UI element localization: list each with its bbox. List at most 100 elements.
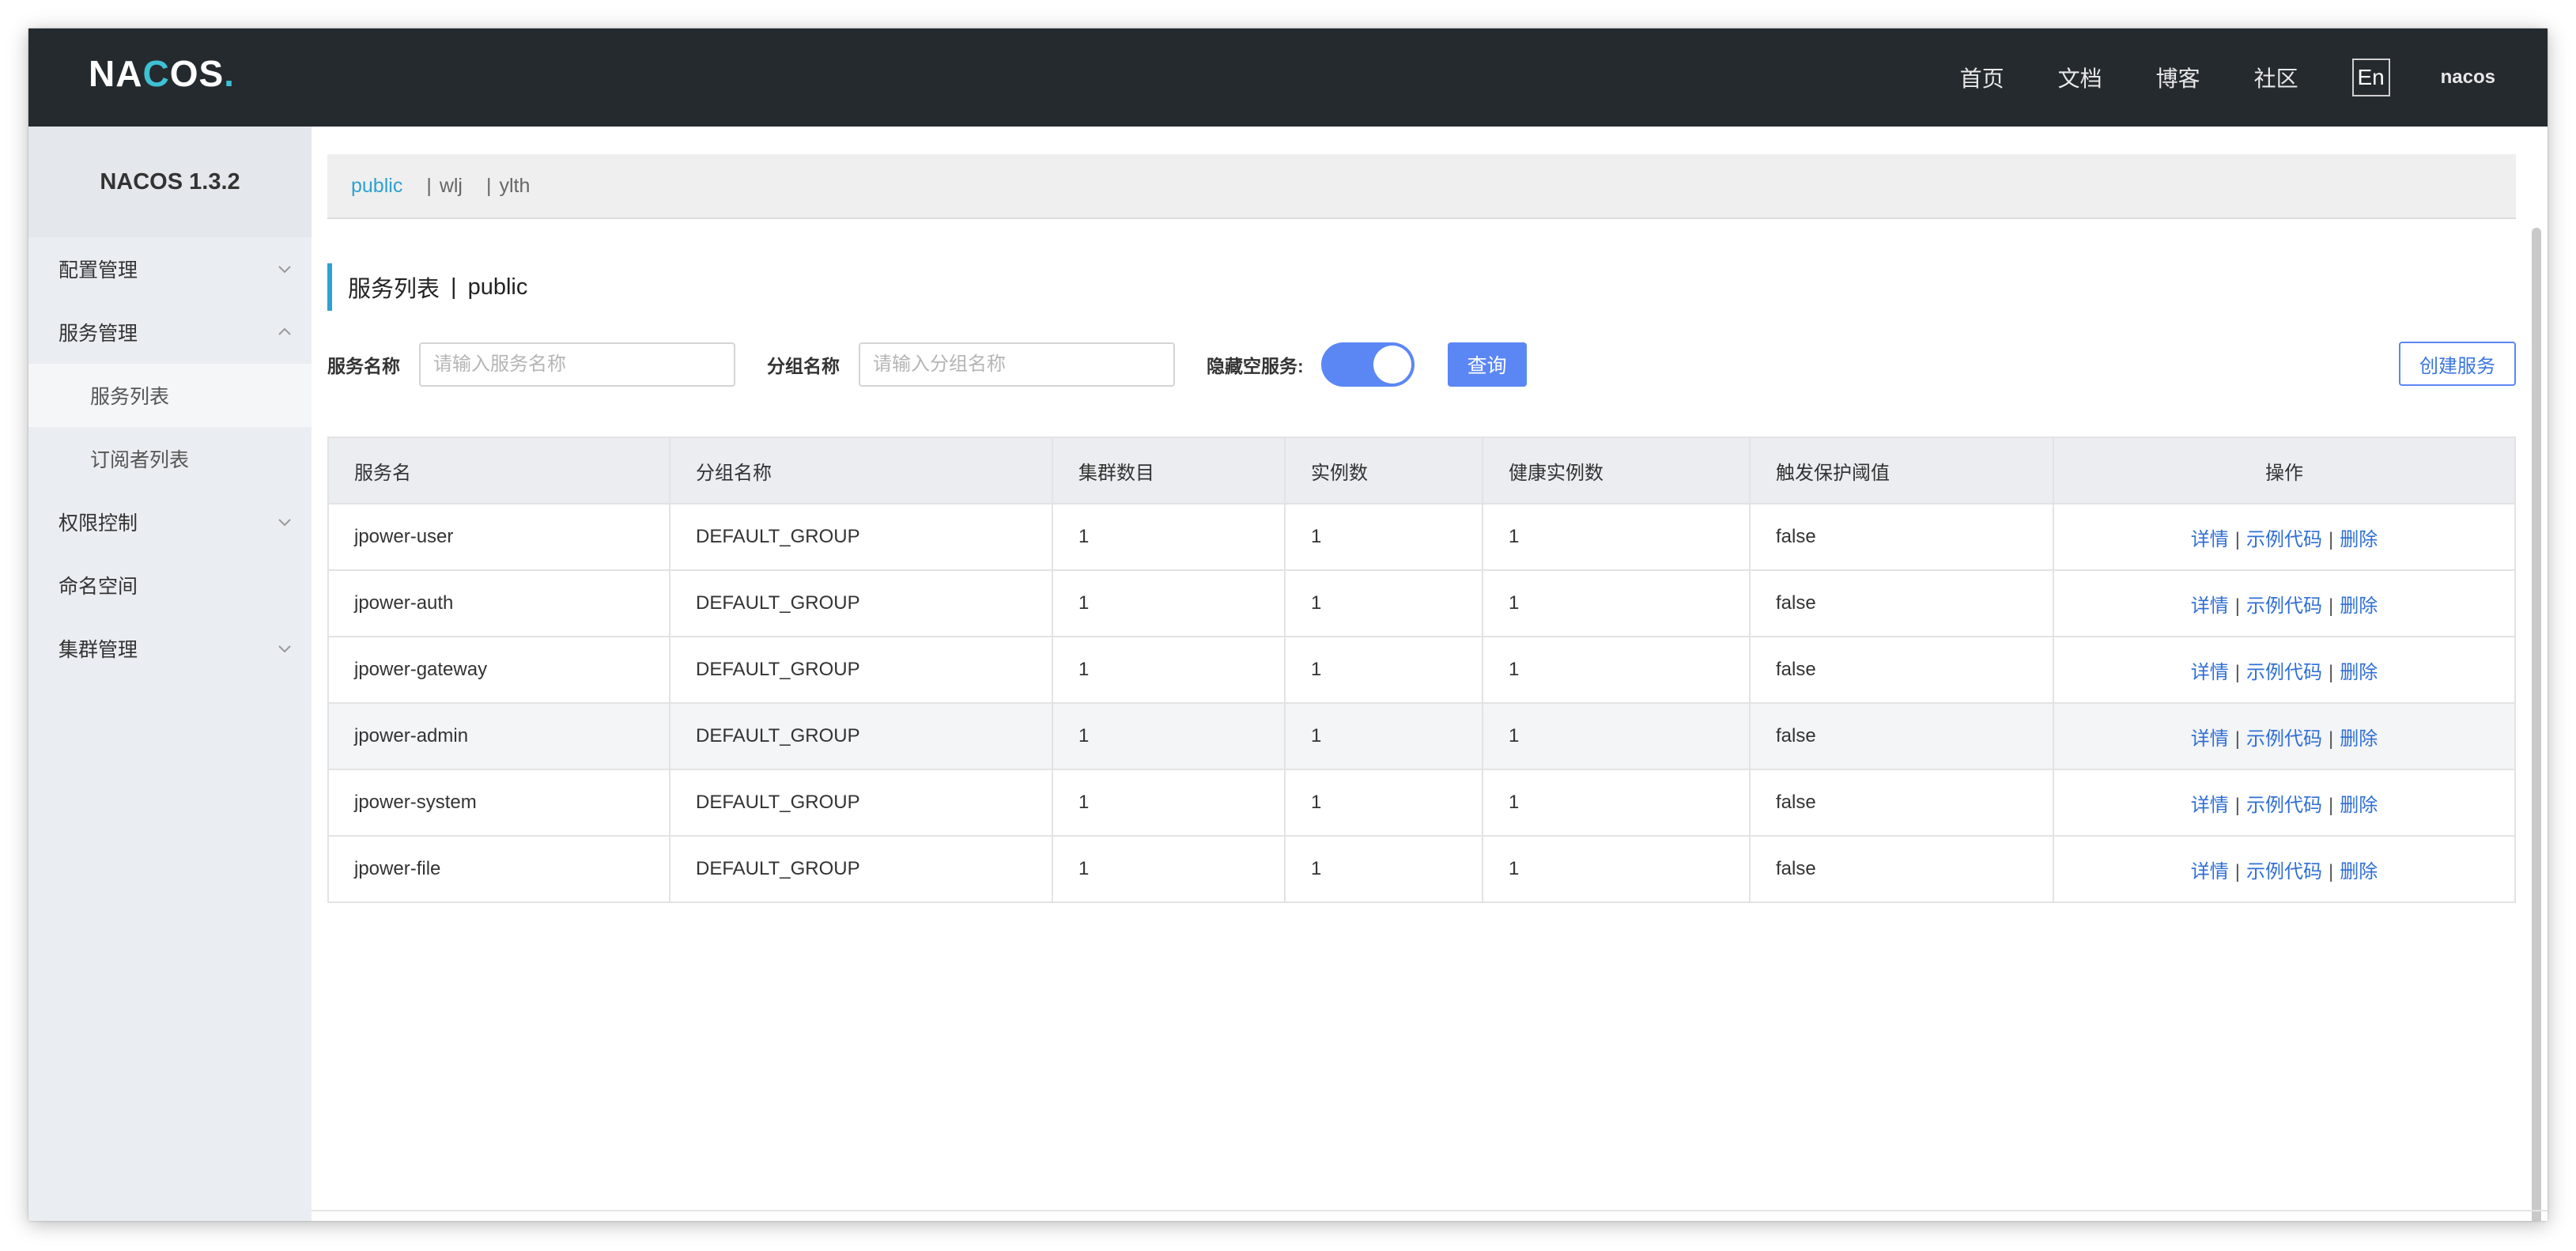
browser-window: NACOS. 首页 文档 博客 社区 En nacos NACOS 1.3.2 … bbox=[28, 28, 2548, 1221]
cell-instance-count: 1 bbox=[1284, 702, 1483, 770]
cell-service-name: jpower-system bbox=[327, 769, 670, 837]
sidebar: NACOS 1.3.2 配置管理 服务管理 服务列表 订阅者列表 权限控制 命名… bbox=[28, 127, 312, 1221]
nav-home-link[interactable]: 首页 bbox=[1960, 62, 2004, 93]
cell-actions: 详情 | 示例代码 | 删除 bbox=[2053, 503, 2516, 571]
cell-actions: 详情 | 示例代码 | 删除 bbox=[2053, 835, 2516, 903]
cell-instance-count: 1 bbox=[1284, 503, 1483, 571]
main-content: public | wlj | ylth 服务列表 | public 服务名称 分… bbox=[312, 127, 2548, 1221]
page-title: 服务列表 | public bbox=[327, 263, 527, 311]
table-row: jpower-file DEFAULT_GROUP 1 1 1 false 详情… bbox=[327, 835, 2516, 903]
column-header-service-name[interactable]: 服务名 bbox=[327, 437, 670, 505]
nav-docs-link[interactable]: 文档 bbox=[2058, 62, 2102, 93]
cell-group-name: DEFAULT_GROUP bbox=[669, 769, 1053, 837]
namespace-bar: public | wlj | ylth bbox=[327, 154, 2516, 219]
group-name-input[interactable] bbox=[859, 342, 1175, 387]
sidebar-item-cluster-management[interactable]: 集群管理 bbox=[28, 617, 312, 680]
cell-cluster-count: 1 bbox=[1052, 503, 1286, 571]
service-name-input[interactable] bbox=[419, 342, 735, 387]
column-header-healthy-instance-count[interactable]: 健康实例数 bbox=[1482, 437, 1751, 505]
delete-link[interactable]: 删除 bbox=[2340, 795, 2378, 816]
column-header-group-name[interactable]: 分组名称 bbox=[669, 437, 1053, 505]
namespace-tab-wlj[interactable]: wlj bbox=[440, 175, 463, 198]
create-service-button[interactable]: 创建服务 bbox=[2399, 342, 2516, 386]
cell-protect-threshold: false bbox=[1749, 569, 2054, 637]
cell-cluster-count: 1 bbox=[1052, 835, 1286, 903]
service-name-label: 服务名称 bbox=[327, 356, 400, 376]
cell-healthy-count: 1 bbox=[1482, 569, 1751, 637]
chevron-down-icon bbox=[278, 645, 291, 653]
cell-actions: 详情 | 示例代码 | 删除 bbox=[2053, 769, 2516, 837]
cell-protect-threshold: false bbox=[1749, 636, 2054, 704]
cell-cluster-count: 1 bbox=[1052, 569, 1286, 637]
cell-protect-threshold: false bbox=[1749, 835, 2054, 903]
top-header: NACOS. 首页 文档 博客 社区 En nacos bbox=[28, 28, 2548, 127]
cell-service-name: jpower-file bbox=[327, 835, 670, 903]
delete-link[interactable]: 删除 bbox=[2340, 861, 2378, 883]
detail-link[interactable]: 详情 bbox=[2191, 529, 2229, 550]
cell-instance-count: 1 bbox=[1284, 769, 1483, 837]
sidebar-item-access-control[interactable]: 权限控制 bbox=[28, 490, 312, 554]
nav-blog-link[interactable]: 博客 bbox=[2156, 62, 2200, 93]
chevron-down-icon bbox=[278, 266, 291, 274]
delete-link[interactable]: 删除 bbox=[2340, 728, 2378, 750]
column-header-protect-threshold[interactable]: 触发保护阈值 bbox=[1749, 437, 2054, 505]
cell-protect-threshold: false bbox=[1749, 769, 2054, 837]
vertical-scrollbar[interactable] bbox=[2532, 228, 2541, 1221]
cell-healthy-count: 1 bbox=[1482, 636, 1751, 704]
sidebar-item-label: 服务列表 bbox=[90, 386, 170, 408]
cell-service-name: jpower-user bbox=[327, 503, 670, 571]
sample-code-link[interactable]: 示例代码 bbox=[2246, 595, 2322, 617]
page-title-text: 服务列表 bbox=[348, 277, 440, 302]
cell-healthy-count: 1 bbox=[1482, 835, 1751, 903]
detail-link[interactable]: 详情 bbox=[2191, 861, 2229, 883]
cell-group-name: DEFAULT_GROUP bbox=[669, 702, 1053, 770]
hide-empty-label: 隐藏空服务: bbox=[1207, 356, 1304, 376]
delete-link[interactable]: 删除 bbox=[2340, 662, 2378, 683]
table-header-row: 服务名 分组名称 集群数目 实例数 健康实例数 触发保护阈值 操作 bbox=[327, 437, 2516, 505]
sidebar-item-subscriber-list[interactable]: 订阅者列表 bbox=[28, 427, 312, 490]
sidebar-item-config-management[interactable]: 配置管理 bbox=[28, 237, 312, 300]
cell-instance-count: 1 bbox=[1284, 835, 1483, 903]
sample-code-link[interactable]: 示例代码 bbox=[2246, 795, 2322, 816]
column-header-cluster-count[interactable]: 集群数目 bbox=[1052, 437, 1286, 505]
sample-code-link[interactable]: 示例代码 bbox=[2246, 728, 2322, 750]
sample-code-link[interactable]: 示例代码 bbox=[2246, 861, 2322, 883]
sample-code-link[interactable]: 示例代码 bbox=[2246, 529, 2322, 550]
detail-link[interactable]: 详情 bbox=[2191, 595, 2229, 617]
cell-group-name: DEFAULT_GROUP bbox=[669, 569, 1053, 637]
sample-code-link[interactable]: 示例代码 bbox=[2246, 662, 2322, 683]
chevron-down-icon bbox=[278, 519, 291, 527]
nav-community-link[interactable]: 社区 bbox=[2254, 62, 2298, 93]
group-name-label: 分组名称 bbox=[767, 356, 840, 376]
cell-service-name: jpower-gateway bbox=[327, 636, 670, 704]
nacos-logo[interactable]: NACOS. bbox=[89, 52, 235, 95]
sidebar-item-label: 权限控制 bbox=[59, 512, 138, 535]
language-switch-button[interactable]: En bbox=[2351, 59, 2390, 96]
namespace-tab-ylth[interactable]: ylth bbox=[500, 175, 531, 198]
top-nav: 首页 文档 博客 社区 En nacos bbox=[1906, 28, 2495, 127]
cell-actions: 详情 | 示例代码 | 删除 bbox=[2053, 569, 2516, 637]
namespace-tab-public[interactable]: public bbox=[351, 175, 402, 198]
delete-link[interactable]: 删除 bbox=[2340, 529, 2378, 550]
delete-link[interactable]: 删除 bbox=[2340, 595, 2378, 617]
cell-instance-count: 1 bbox=[1284, 636, 1483, 704]
sidebar-item-namespace[interactable]: 命名空间 bbox=[28, 554, 312, 617]
hide-empty-toggle[interactable] bbox=[1320, 342, 1415, 387]
column-header-instance-count[interactable]: 实例数 bbox=[1284, 437, 1483, 505]
cell-actions: 详情 | 示例代码 | 删除 bbox=[2053, 702, 2516, 770]
table-row: jpower-admin DEFAULT_GROUP 1 1 1 false 详… bbox=[327, 702, 2516, 770]
detail-link[interactable]: 详情 bbox=[2191, 662, 2229, 683]
table-row: jpower-auth DEFAULT_GROUP 1 1 1 false 详情… bbox=[327, 569, 2516, 637]
detail-link[interactable]: 详情 bbox=[2191, 795, 2229, 816]
sidebar-item-service-management[interactable]: 服务管理 bbox=[28, 300, 312, 364]
detail-link[interactable]: 详情 bbox=[2191, 728, 2229, 750]
sidebar-item-service-list[interactable]: 服务列表 bbox=[28, 364, 312, 427]
toggle-knob bbox=[1373, 346, 1411, 384]
user-menu[interactable]: nacos bbox=[2441, 66, 2495, 89]
cell-protect-threshold: false bbox=[1749, 702, 2054, 770]
table-row: jpower-system DEFAULT_GROUP 1 1 1 false … bbox=[327, 769, 2516, 837]
query-button[interactable]: 查询 bbox=[1447, 342, 1527, 387]
sidebar-item-label: 集群管理 bbox=[59, 639, 138, 661]
chevron-up-icon bbox=[278, 327, 291, 335]
cell-group-name: DEFAULT_GROUP bbox=[669, 503, 1053, 571]
